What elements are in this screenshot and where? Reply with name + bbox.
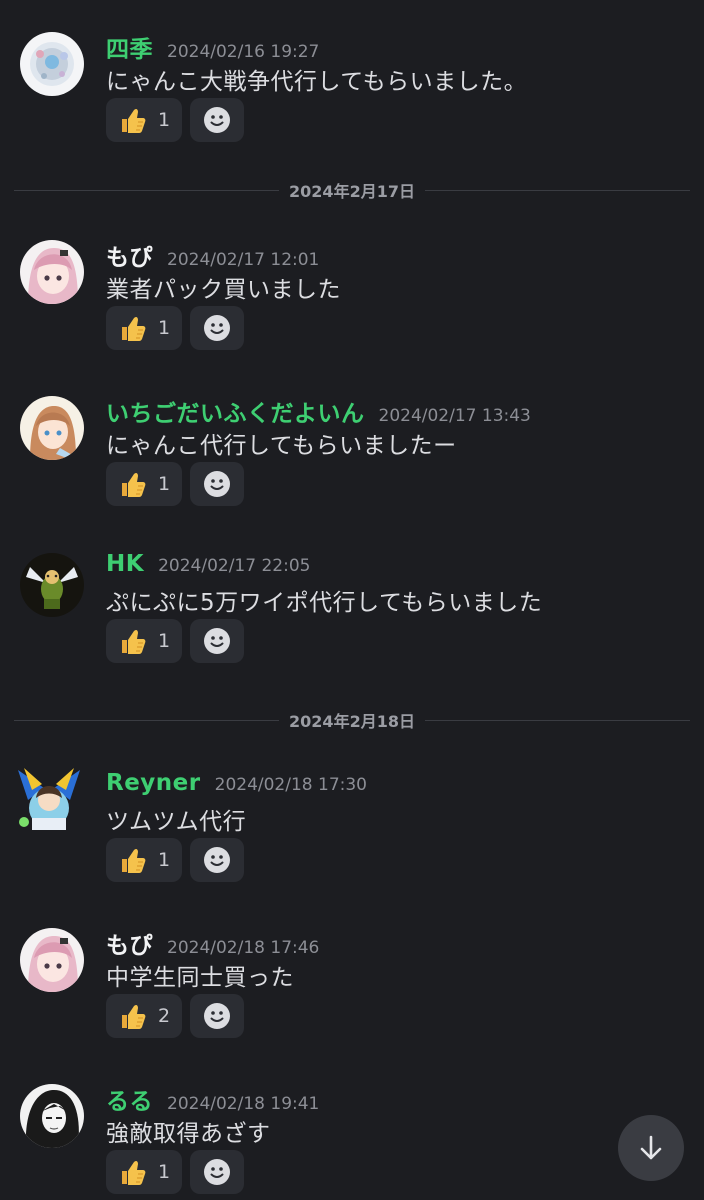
scroll-to-bottom-button[interactable] <box>618 1115 684 1181</box>
avatar[interactable] <box>20 396 84 460</box>
thumbs-up-icon <box>122 629 146 654</box>
reaction-thumbs-up[interactable]: 1 <box>106 98 183 142</box>
reaction-thumbs-up[interactable]: 1 <box>106 306 183 350</box>
date-divider: 2024年2月17日 <box>14 178 690 202</box>
reaction-bar: 1 <box>106 462 245 506</box>
add-reaction-button[interactable] <box>190 1150 245 1194</box>
add-reaction-button[interactable] <box>190 838 245 882</box>
avatar[interactable] <box>14 764 84 834</box>
thumbs-up-icon <box>122 108 146 133</box>
message-header: Reyner 2024/02/18 17:30 <box>106 770 367 796</box>
add-reaction-icon <box>204 1159 231 1185</box>
username[interactable]: Reyner <box>106 770 201 796</box>
message-header: もぴ 2024/02/17 12:01 <box>106 238 319 272</box>
chat-message-list: 四季 2024/02/16 19:27 にゃんこ大戦争代行してもらいました。 1 <box>0 0 704 1200</box>
avatar[interactable] <box>20 240 84 304</box>
reaction-count: 1 <box>158 109 171 131</box>
add-reaction-icon <box>204 107 231 133</box>
add-reaction-icon <box>204 847 231 873</box>
timestamp: 2024/02/18 17:30 <box>214 775 368 795</box>
add-reaction-button[interactable] <box>190 306 245 350</box>
reaction-count: 1 <box>158 1161 171 1183</box>
divider-line <box>14 189 280 191</box>
reaction-bar: 1 <box>106 838 245 882</box>
message-text: にゃんこ大戦争代行してもらいました。 <box>106 69 528 95</box>
message-text: ツムツム代行 <box>106 809 247 835</box>
add-reaction-button[interactable] <box>190 619 245 663</box>
reaction-thumbs-up[interactable]: 2 <box>106 994 183 1038</box>
add-reaction-button[interactable] <box>190 462 245 506</box>
message-header: もぴ 2024/02/18 17:46 <box>106 926 319 960</box>
thumbs-up-icon <box>122 316 146 341</box>
avatar[interactable] <box>20 32 84 96</box>
thumbs-up-icon <box>122 472 146 497</box>
message-header: るる 2024/02/18 19:41 <box>106 1082 319 1116</box>
divider-line <box>424 719 690 721</box>
reaction-count: 1 <box>158 473 171 495</box>
username[interactable]: HK <box>106 551 144 577</box>
timestamp: 2024/02/16 19:27 <box>167 42 320 62</box>
thumbs-up-icon <box>122 1004 146 1029</box>
username[interactable]: もぴ <box>106 926 153 960</box>
date-label: 2024年2月18日 <box>289 712 415 731</box>
reaction-count: 2 <box>158 1005 171 1027</box>
date-label: 2024年2月17日 <box>289 182 415 201</box>
username[interactable]: 四季 <box>106 30 153 64</box>
message-header: 四季 2024/02/16 19:27 <box>106 30 319 64</box>
reaction-count: 1 <box>158 630 171 652</box>
timestamp: 2024/02/17 13:43 <box>378 406 531 426</box>
add-reaction-icon <box>204 1003 231 1029</box>
timestamp: 2024/02/18 17:46 <box>167 938 320 958</box>
reaction-count: 1 <box>158 317 171 339</box>
reaction-thumbs-up[interactable]: 1 <box>106 1150 183 1194</box>
divider-line <box>14 719 280 721</box>
add-reaction-icon <box>204 471 231 497</box>
reaction-thumbs-up[interactable]: 1 <box>106 462 183 506</box>
username[interactable]: いちごだいふくだよいん <box>106 394 365 428</box>
timestamp: 2024/02/17 22:05 <box>158 556 311 576</box>
avatar[interactable] <box>20 928 84 992</box>
message-text: にゃんこ代行してもらいましたー <box>106 433 457 459</box>
reaction-thumbs-up[interactable]: 1 <box>106 619 183 663</box>
reaction-thumbs-up[interactable]: 1 <box>106 838 183 882</box>
reaction-bar: 1 <box>106 1150 245 1194</box>
reaction-bar: 1 <box>106 619 245 663</box>
username[interactable]: もぴ <box>106 238 153 272</box>
reaction-bar: 1 <box>106 98 245 142</box>
message-text: 中学生同士買った <box>106 965 294 991</box>
timestamp: 2024/02/18 19:41 <box>167 1094 320 1114</box>
message-text: 業者パック買いました <box>106 277 341 303</box>
add-reaction-icon <box>204 315 231 341</box>
message-header: いちごだいふくだよいん 2024/02/17 13:43 <box>106 394 531 428</box>
date-divider: 2024年2月18日 <box>14 708 690 732</box>
arrow-down-icon <box>640 1135 662 1160</box>
add-reaction-button[interactable] <box>190 98 245 142</box>
avatar[interactable] <box>20 553 84 617</box>
reaction-bar: 1 <box>106 306 245 350</box>
thumbs-up-icon <box>122 848 146 873</box>
username[interactable]: るる <box>106 1082 153 1116</box>
reaction-bar: 2 <box>106 994 245 1038</box>
add-reaction-button[interactable] <box>190 994 245 1038</box>
message-text: ぷにぷに5万ワイポ代行してもらいました <box>106 590 543 616</box>
add-reaction-icon <box>204 628 231 654</box>
timestamp: 2024/02/17 12:01 <box>167 250 320 270</box>
divider-line <box>424 189 690 191</box>
message-header: HK 2024/02/17 22:05 <box>106 551 310 577</box>
avatar[interactable] <box>20 1084 84 1148</box>
reaction-count: 1 <box>158 849 171 871</box>
message-text: 強敵取得あざす <box>106 1121 271 1147</box>
thumbs-up-icon <box>122 1160 146 1185</box>
